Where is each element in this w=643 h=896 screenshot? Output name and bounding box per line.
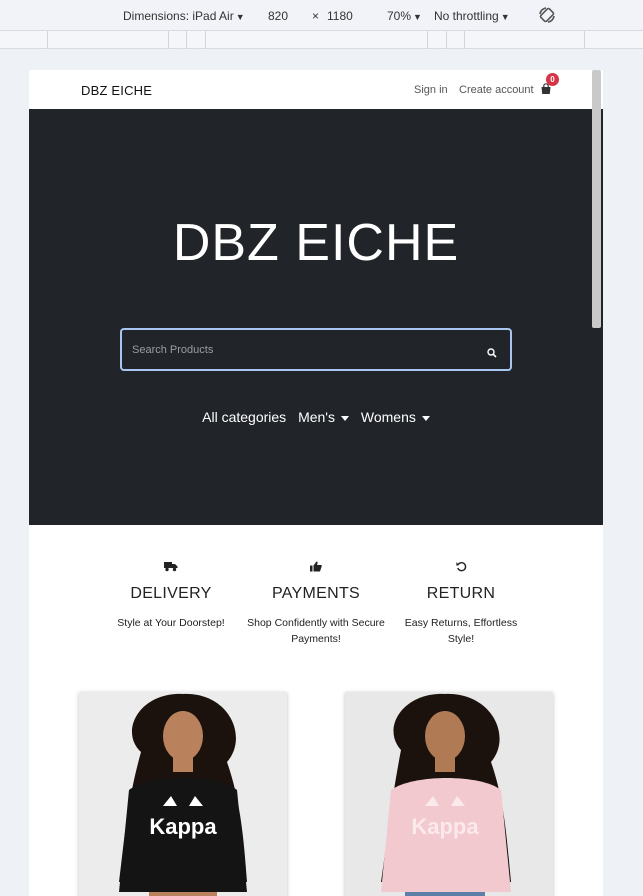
page-scrollbar[interactable] — [592, 70, 601, 328]
category-label: Men's — [298, 409, 335, 425]
zoom-label: 70% — [387, 9, 412, 23]
ruler-tick — [186, 31, 187, 49]
hero-section: DBZ EICHE All categories Men's Womens — [29, 109, 603, 525]
feature-description: Easy Returns, Effortless Style! — [404, 617, 518, 645]
ruler-tick — [584, 31, 585, 49]
sign-in-link[interactable]: Sign in — [414, 84, 448, 96]
category-label: All categories — [202, 409, 287, 425]
ruler-tick — [168, 31, 169, 49]
throttle-select[interactable]: No throttling ▼ — [434, 9, 510, 23]
caret-down-icon: ▼ — [235, 12, 245, 22]
caret-down-icon: ▼ — [500, 12, 510, 22]
caret-down-icon — [340, 415, 349, 421]
hero-title: DBZ EICHE — [172, 214, 460, 272]
caret-down-icon — [421, 415, 430, 421]
ruler-tick — [427, 31, 428, 49]
devtools-toolbar: Dimensions: iPad Air ▼ 820 × 1180 70% ▼ No… — [0, 0, 643, 31]
search-icon[interactable] — [487, 345, 497, 363]
feature-payments: PAYMENTS Shop Confidently with Secure Pa… — [246, 559, 386, 647]
ruler-tick — [464, 31, 465, 49]
category-mens-dropdown[interactable]: Men's — [298, 409, 349, 425]
hoodie-print: Kappa — [149, 814, 217, 839]
times-sign: × — [312, 9, 320, 23]
feature-description: Style at Your Doorstep! — [117, 617, 225, 629]
rotate-icon[interactable] — [538, 6, 556, 27]
media-query-ruler[interactable] — [0, 31, 643, 49]
category-all[interactable]: All categories — [202, 409, 286, 425]
ruler-tick — [446, 31, 447, 49]
category-menu: All categories Men's Womens — [29, 409, 603, 425]
search-input[interactable] — [132, 340, 472, 360]
width-input[interactable]: 820 — [268, 9, 288, 23]
feature-title: RETURN — [426, 585, 496, 602]
truck-icon — [101, 559, 241, 573]
dimensions-label: Dimensions: iPad Air — [123, 9, 234, 23]
feature-title: DELIVERY — [130, 585, 212, 602]
brand-logo-link[interactable]: DBZ EICHE — [81, 83, 152, 98]
product-image: Kappa — [345, 692, 553, 896]
height-input[interactable]: 1180 — [327, 9, 353, 23]
feature-description: Shop Confidently with Secure Payments! — [247, 617, 385, 645]
create-account-link[interactable]: Create account — [459, 84, 534, 96]
device-viewport: DBZ EICHE Sign in Create account 0 DBZ E… — [29, 70, 603, 896]
dimensions-select[interactable]: Dimensions: iPad Air ▼ — [123, 9, 245, 23]
undo-icon — [391, 559, 531, 573]
product-card[interactable]: Kappa — [345, 692, 553, 896]
throttle-label: No throttling — [434, 9, 499, 23]
product-image: Kappa — [79, 692, 287, 896]
cart-count-badge: 0 — [546, 73, 559, 86]
top-navbar: DBZ EICHE Sign in Create account 0 — [29, 70, 603, 109]
caret-down-icon: ▼ — [413, 12, 422, 22]
feature-return: RETURN Easy Returns, Effortless Style! — [391, 559, 531, 647]
feature-delivery: DELIVERY Style at Your Doorstep! — [101, 559, 241, 631]
product-card[interactable]: Kappa — [79, 692, 287, 896]
ruler-tick — [47, 31, 48, 49]
hoodie-print: Kappa — [411, 814, 479, 839]
thumbs-up-icon — [246, 559, 386, 573]
category-label: Womens — [360, 409, 416, 425]
ruler-tick — [205, 31, 206, 49]
search-box — [120, 328, 512, 371]
category-womens-dropdown[interactable]: Womens — [361, 409, 430, 425]
feature-title: PAYMENTS — [271, 585, 361, 602]
zoom-select[interactable]: 70% ▼ — [387, 9, 422, 23]
